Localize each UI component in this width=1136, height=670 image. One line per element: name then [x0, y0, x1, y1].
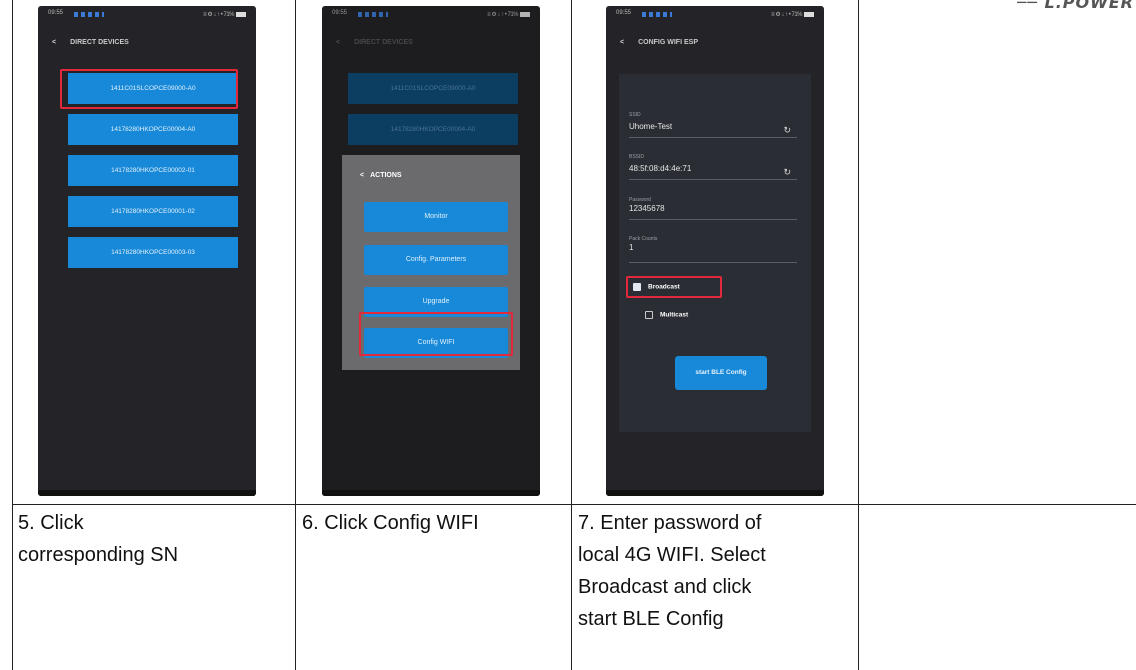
sn-device-button[interactable]: 14178280HKOPCE00002-01	[68, 155, 238, 186]
android-nav-bar	[606, 490, 824, 496]
status-indicators: ≡ ⚙ ↓ ↑ • 71%	[203, 12, 234, 18]
back-arrow-icon[interactable]: <	[620, 39, 624, 46]
dialog-title: < ACTIONS	[360, 172, 402, 179]
ssid-field[interactable]: SSID Uhome-Test ↻	[629, 112, 797, 138]
checkbox-empty-icon[interactable]	[645, 311, 653, 319]
status-bar: 09:55 ≡ ⚙ ↓ ↑ • 71%	[48, 10, 246, 19]
dialog-title-text: ACTIONS	[370, 172, 402, 179]
back-arrow-icon[interactable]: <	[52, 39, 56, 46]
field-underline	[629, 219, 797, 220]
phone-screenshot-direct-devices: 09:55 ≡ ⚙ ↓ ↑ • 71% < DIRECT DEVICES 1411…	[38, 6, 256, 496]
table-border-col2	[571, 0, 572, 670]
highlight-box-selected-sn	[60, 69, 238, 109]
status-time: 09:55	[48, 10, 64, 16]
password-field[interactable]: Password 12345678	[629, 197, 797, 220]
monitor-button[interactable]: Monitor	[364, 202, 508, 232]
caption-line: corresponding SN	[18, 544, 179, 566]
battery-icon	[804, 11, 814, 17]
status-right: ≡ ⚙ ↓ ↑ • 71%	[771, 11, 814, 18]
caption-line: 7. Enter password of	[578, 512, 762, 534]
brand-logo: ── L.POWER	[1017, 0, 1134, 8]
pack-counts-field[interactable]: Pack Counts 1	[629, 236, 797, 263]
android-nav-bar	[38, 490, 256, 496]
status-indicators: ≡ ⚙ ↓ ↑ • 71%	[771, 12, 802, 18]
refresh-icon[interactable]: ↻	[783, 167, 791, 178]
highlight-box-broadcast	[626, 276, 722, 298]
notification-icons	[74, 12, 104, 17]
table-border-col3	[858, 0, 859, 670]
screen-header: < DIRECT DEVICES	[52, 39, 129, 53]
status-right: ≡ ⚙ ↓ ↑ • 71%	[203, 11, 246, 18]
start-ble-config-button[interactable]: start BLE Config	[675, 356, 767, 390]
ssid-label: SSID	[629, 112, 641, 118]
field-underline	[629, 179, 797, 180]
config-parameters-button[interactable]: Config. Parameters	[364, 245, 508, 275]
screen-header: < CONFIG WIFI ESP	[620, 39, 698, 53]
battery-icon	[236, 11, 246, 17]
caption-line: Broadcast and click	[578, 576, 752, 598]
caption-line: 6. Click Config WIFI	[302, 512, 479, 534]
password-value[interactable]: 12345678	[629, 204, 797, 213]
table-border-left	[12, 0, 13, 670]
sn-device-button[interactable]: 14178280HKOPCE00004-A0	[68, 114, 238, 145]
status-time: 09:55	[616, 10, 632, 16]
pack-counts-label: Pack Counts	[629, 236, 658, 242]
bssid-field[interactable]: BSSID 48:5f:08:d4:4e:71 ↻	[629, 154, 797, 180]
back-arrow-icon[interactable]: <	[360, 172, 364, 179]
field-underline	[629, 262, 797, 263]
caption-line: start BLE Config	[578, 608, 724, 630]
step-5-caption: 5. Click corresponding SN	[18, 507, 290, 571]
wifi-config-form: SSID Uhome-Test ↻ BSSID 48:5f:08:d4:4e:7…	[619, 74, 811, 432]
screen-title: DIRECT DEVICES	[70, 39, 129, 46]
refresh-icon[interactable]: ↻	[783, 125, 791, 136]
pack-counts-value[interactable]: 1	[629, 243, 797, 252]
ssid-value[interactable]: Uhome-Test	[629, 122, 797, 131]
screen-title: CONFIG WIFI ESP	[638, 39, 698, 46]
table-row-divider	[12, 504, 1136, 505]
step-7-caption: 7. Enter password of local 4G WIFI. Sele…	[578, 507, 856, 635]
android-nav-bar	[322, 490, 540, 496]
multicast-checkbox[interactable]: Multicast	[645, 311, 688, 319]
multicast-label: Multicast	[660, 311, 689, 319]
bssid-value[interactable]: 48:5f:08:d4:4e:71	[629, 164, 797, 173]
step-6-caption: 6. Click Config WIFI	[302, 507, 568, 539]
status-bar: 09:55 ≡ ⚙ ↓ ↑ • 71%	[616, 10, 814, 19]
caption-line: local 4G WIFI. Select	[578, 544, 766, 566]
sn-device-button[interactable]: 14178280HKOPCE00001-02	[68, 196, 238, 227]
field-underline	[629, 137, 797, 138]
sn-device-button[interactable]: 14178280HKOPCE00003-03	[68, 237, 238, 268]
notification-icons	[642, 12, 672, 17]
highlight-box-config-wifi	[359, 312, 513, 356]
bssid-label: BSSID	[629, 154, 645, 160]
phone-screenshot-config-wifi: 09:55 ≡ ⚙ ↓ ↑ • 71% < CONFIG WIFI ESP SSI…	[606, 6, 824, 496]
password-label: Password	[629, 197, 651, 203]
table-border-col1	[295, 0, 296, 670]
phone-screenshot-actions: 09:55 ≡ ⚙ ↓ ↑ • 71% < DIRECT DEVICES 1411…	[322, 6, 540, 496]
caption-line: 5. Click	[18, 512, 84, 534]
